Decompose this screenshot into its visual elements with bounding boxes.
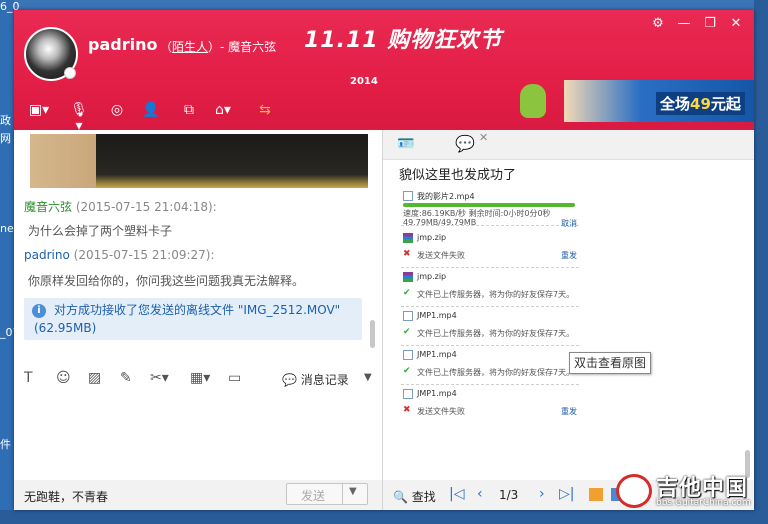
panel-title: 貌似这里也发成功了	[399, 168, 517, 183]
message-text: 你原样发回给你的，你问我这些问题我真无法解释。	[28, 274, 305, 288]
prev-page-icon[interactable]: ‹	[477, 486, 483, 502]
maximize-icon[interactable]: ❐	[700, 16, 720, 31]
close-tab-icon[interactable]: ✕	[479, 131, 488, 144]
side-tabs: 🪪 💬 ✕	[383, 130, 754, 160]
video-file-icon	[403, 191, 413, 201]
tooltip: 双击查看原图	[569, 352, 652, 374]
message-input[interactable]	[14, 392, 382, 480]
file-item[interactable]: JMP1.mp4 ✔ 文件已上传服务器，将为你的好友保存7天。	[401, 347, 579, 385]
voice-call-icon[interactable]: 🎙▾	[68, 102, 90, 134]
chevron-down-icon[interactable]: ▼	[364, 372, 372, 383]
close-icon[interactable]: ✕	[726, 16, 746, 31]
resend-link[interactable]: 重发	[561, 406, 577, 417]
desktop-label: ne	[0, 222, 14, 235]
desktop-label: 件	[0, 438, 11, 451]
guitar-logo-icon	[616, 474, 652, 508]
notice-text: 对方成功接收了您发送的离线文件 "IMG_2512.MOV" (62.95MB)	[34, 303, 341, 335]
minimize-icon[interactable]: —	[674, 16, 694, 31]
ad-text-link[interactable]: 无跑鞋，不青春	[24, 488, 108, 505]
progress-bar	[403, 203, 575, 207]
contact-relation: （陌生人）- 魔音六弦	[160, 40, 277, 54]
file-received-notice: i 对方成功接收了您发送的离线文件 "IMG_2512.MOV" (62.95M…	[24, 298, 362, 340]
file-item[interactable]: JMP1.mp4 ✔ 文件已上传服务器，将为你的好友保存7天。	[401, 308, 579, 346]
next-page-icon[interactable]: ›	[539, 486, 545, 502]
screen-icon[interactable]: ▭	[228, 370, 241, 386]
event-logo-year: 2014	[350, 76, 378, 87]
page-indicator: 1/3	[499, 488, 519, 502]
watermark: 吉他中国 bbs.GuitarChina.com	[612, 468, 768, 514]
transfer-file-icon[interactable]: ⇆	[254, 102, 276, 122]
file-item[interactable]: 我的影片2.mp4 速度:86.19KB/秒 剩余时间:0小时0分0秒 49.7…	[401, 188, 579, 229]
last-page-icon[interactable]: ▷|	[559, 486, 574, 502]
message-history-button[interactable]: 💬 消息记录	[282, 371, 349, 388]
desktop-right-strip	[754, 0, 768, 524]
image-icon[interactable]: ▨	[88, 370, 101, 386]
calendar-icon[interactable]	[589, 488, 603, 501]
input-toolbar: T ☺ ▨ ✎ ✂▾ ▦▾ ▭ 💬 消息记录 ▼	[14, 366, 382, 392]
file-item[interactable]: JMP1.mp4 ✖ 发送文件失败 重发	[401, 386, 579, 424]
video-file-icon	[403, 311, 413, 321]
message-header: 魔音六弦 (2015-07-15 21:04:18):	[24, 200, 217, 214]
file-item[interactable]: jmp.zip ✖ 发送文件失败 重发	[401, 230, 579, 268]
message-scrollbar[interactable]	[370, 320, 375, 348]
send-button[interactable]: 发送 ▼	[286, 483, 368, 505]
font-icon[interactable]: T	[24, 370, 33, 386]
bottom-bar-left: 无跑鞋，不青春 发送 ▼	[14, 480, 382, 510]
contact-nickname[interactable]: padrino	[88, 35, 157, 54]
remote-icon[interactable]: ◎	[106, 102, 128, 122]
zip-file-icon	[403, 233, 413, 243]
relation-link[interactable]: 陌生人	[172, 40, 208, 54]
doodle-icon[interactable]: ✎	[120, 370, 132, 386]
first-page-icon[interactable]: |◁	[449, 486, 464, 502]
app-icon[interactable]: ⌂▾	[212, 102, 234, 122]
desktop-label: 政	[0, 114, 11, 127]
desktop-label: 网	[0, 132, 11, 145]
success-check-icon: ✔	[403, 288, 411, 298]
ad-banner-text[interactable]: 全场49元起	[656, 92, 745, 115]
emoji-icon[interactable]: ☺	[56, 370, 71, 386]
message-text: 为什么会掉了两个塑料卡子	[28, 224, 173, 238]
zip-file-icon	[403, 272, 413, 282]
tab-chat-icon[interactable]: 💬	[455, 134, 475, 153]
message-header: padrino (2015-07-15 21:09:27):	[24, 248, 215, 262]
settings-gear-icon[interactable]: ⚙	[648, 16, 668, 31]
side-panel: 🪪 💬 ✕ 貌似这里也发成功了 我的影片2.mp4 速度:86.19KB/秒 剩…	[383, 130, 754, 510]
chat-window: padrino （陌生人）- 魔音六弦 ⚙ — ❐ ✕ 11.11 购物狂欢节 …	[14, 10, 754, 510]
video-call-icon[interactable]: ▣▾	[28, 102, 50, 122]
message-pane: 魔音六弦 (2015-07-15 21:04:18): 为什么会掉了两个塑料卡子…	[14, 130, 382, 356]
success-check-icon: ✔	[403, 327, 411, 337]
scissors-icon[interactable]: ✂▾	[150, 370, 169, 386]
resend-link[interactable]: 重发	[561, 250, 577, 261]
fail-icon: ✖	[403, 405, 411, 415]
file-item[interactable]: jmp.zip ✔ 文件已上传服务器，将为你的好友保存7天。	[401, 269, 579, 307]
mascot-icon[interactable]	[520, 84, 546, 118]
chat-header: padrino （陌生人）- 魔音六弦 ⚙ — ❐ ✕ 11.11 购物狂欢节 …	[14, 10, 754, 134]
share-screen-icon[interactable]: ⧉	[178, 102, 200, 122]
image-thumbnail-edge	[30, 134, 96, 188]
tab-profile-icon[interactable]: 🪪	[397, 136, 419, 152]
success-check-icon: ✔	[403, 366, 411, 376]
cancel-link[interactable]: 取消	[561, 218, 577, 229]
send-options-icon[interactable]: ▼	[349, 486, 357, 497]
fail-icon: ✖	[403, 249, 411, 259]
video-file-icon	[403, 350, 413, 360]
video-file-icon	[403, 389, 413, 399]
add-friend-icon[interactable]: 👤	[140, 102, 162, 122]
table-icon[interactable]: ▦▾	[190, 370, 210, 386]
online-status-icon	[64, 67, 76, 79]
event-logo: 11.11 购物狂欢节	[304, 28, 503, 53]
find-button[interactable]: 🔍 查找	[393, 488, 436, 505]
